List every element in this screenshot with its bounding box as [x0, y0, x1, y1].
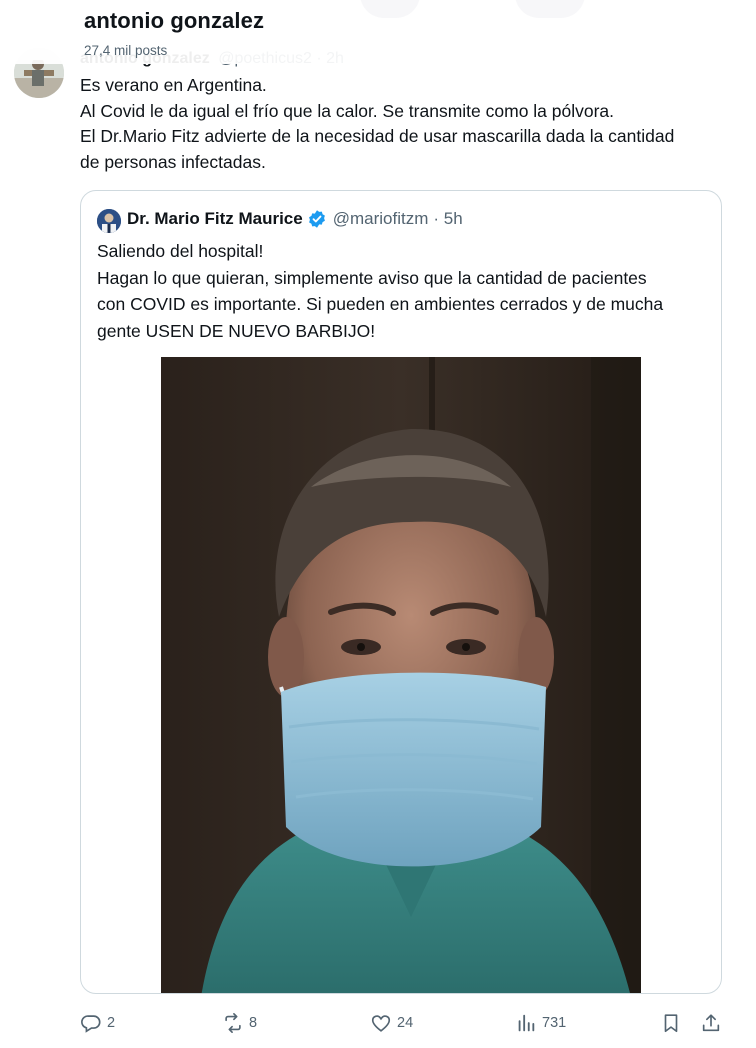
tweet-text-line: de personas infectadas. [80, 151, 266, 172]
quoted-author-handle[interactable]: @mariofitzm [333, 209, 429, 229]
verified-badge-icon [308, 210, 325, 228]
quoted-text-line: con COVID es importante. Si pueden en am… [97, 294, 664, 314]
reply-count: 2 [107, 1015, 116, 1031]
quoted-author-row: Dr. Mario Fitz Maurice @mariofitzm · 5h [127, 209, 463, 229]
tweet-text-line: Al Covid le da igual el frío que la calo… [80, 100, 615, 121]
header-blur-shape [360, 0, 420, 18]
tweet-action-bar: 2 8 24 731 [0, 1008, 756, 1038]
header-post-count: 27,4 mil posts [84, 43, 168, 58]
quoted-author-name[interactable]: Dr. Mario Fitz Maurice [127, 209, 303, 229]
heart-icon [371, 1015, 391, 1032]
reply-button[interactable]: 2 [80, 1008, 115, 1038]
share-icon [702, 1014, 720, 1032]
profile-header: antonio gonzalez 27,4 mil posts [0, 0, 756, 64]
views-count: 731 [542, 1015, 567, 1031]
bookmark-icon [664, 1014, 678, 1033]
quoted-tweet-text: Saliendo del hospital! Hagan lo que quie… [97, 238, 707, 344]
bookmark-button[interactable] [660, 1008, 682, 1038]
header-blur-shape [515, 0, 585, 18]
tweet-text-line: Es verano en Argentina. [80, 75, 267, 95]
repost-count: 8 [249, 1015, 258, 1031]
tweet-text: Es verano en Argentina. Al Covid le da i… [80, 73, 730, 175]
quoted-tweet-time[interactable]: · 5h [433, 209, 462, 229]
share-button[interactable] [700, 1008, 722, 1038]
repost-button[interactable]: 8 [222, 1008, 257, 1038]
photo-man-in-surgical-mask [161, 357, 641, 993]
views-button[interactable]: 731 [515, 1008, 566, 1038]
repost-icon [225, 1013, 241, 1033]
quoted-text-line: Saliendo del hospital! [97, 241, 264, 261]
quoted-text-line: gente USEN DE NUEVO BARBIJO! [97, 320, 376, 341]
quoted-tweet-photo[interactable] [161, 357, 641, 993]
like-count: 24 [397, 1015, 414, 1031]
quoted-author-avatar[interactable] [97, 209, 121, 233]
like-button[interactable]: 24 [370, 1008, 413, 1038]
header-profile-name[interactable]: antonio gonzalez [84, 8, 264, 34]
tweet-text-line: El Dr.Mario Fitz advierte de la necesida… [80, 126, 675, 146]
quoted-tweet-card[interactable]: Dr. Mario Fitz Maurice @mariofitzm · 5h … [80, 190, 722, 994]
views-icon [518, 1014, 535, 1032]
quoted-text-line: Hagan lo que quieran, simplemente aviso … [97, 267, 647, 288]
reply-icon [81, 1015, 101, 1033]
